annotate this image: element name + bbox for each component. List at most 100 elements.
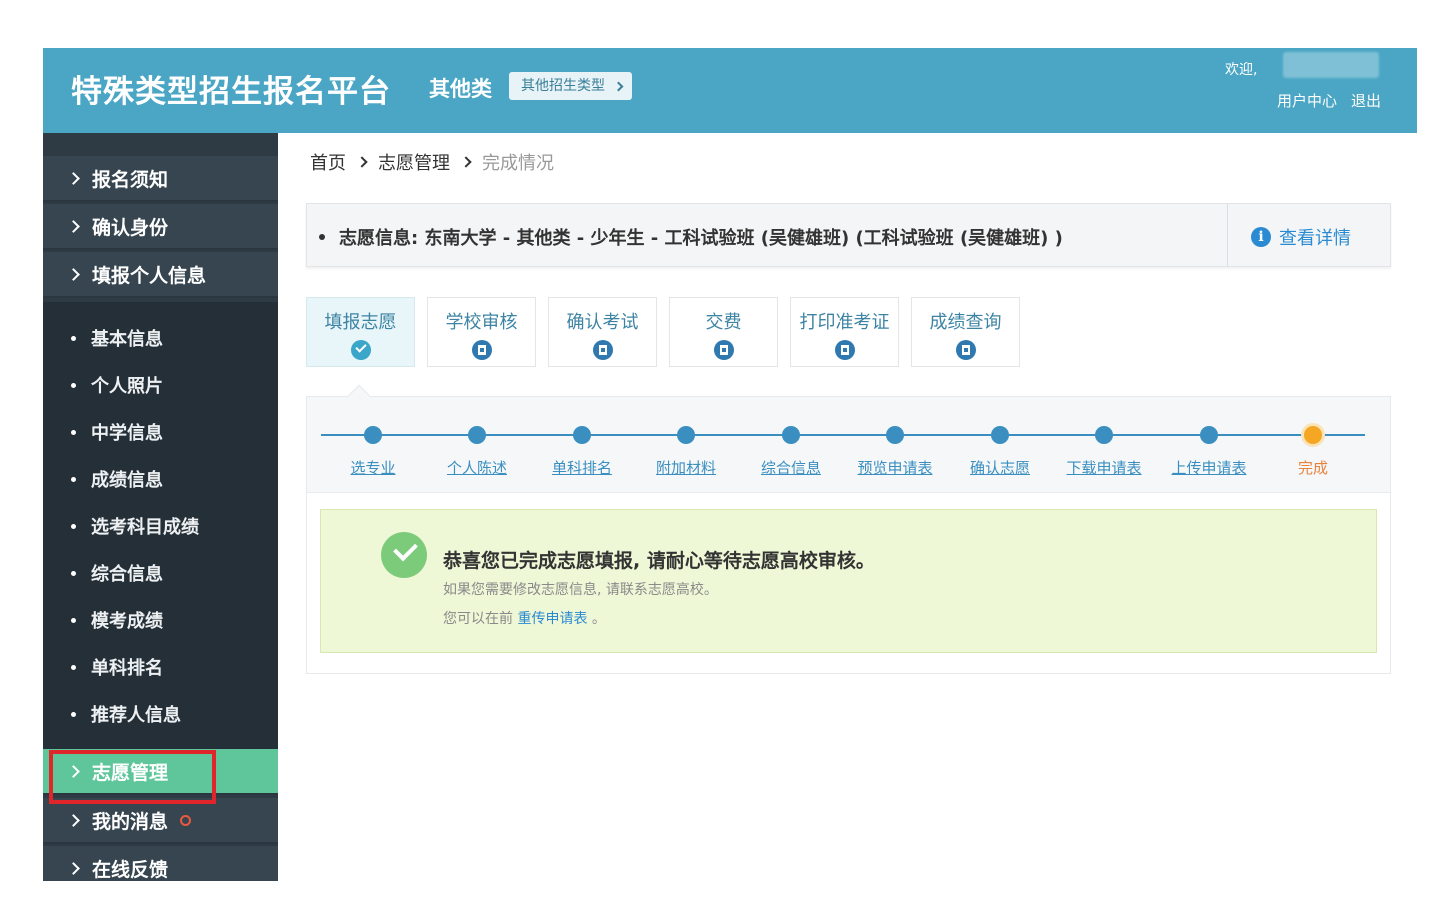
volunteer-info-text: 志愿信息: 东南大学 - 其他类 - 少年生 - 工科试验班 (吴健雄班) (工… xyxy=(339,228,1063,249)
progress-node xyxy=(886,426,904,444)
sidebar-item-personal-info[interactable]: 填报个人信息 xyxy=(43,252,278,298)
step-link-confirm[interactable]: 确认志愿 xyxy=(970,457,1030,478)
sidebar-sub-list: 基本信息 个人照片 中学信息 成绩信息 选考科目成绩 综合信息 模考成绩 单科排… xyxy=(43,302,278,749)
tab-label: 确认考试 xyxy=(566,312,639,333)
bullet-icon xyxy=(71,617,76,623)
app-title: 特殊类型招生报名平台 xyxy=(71,74,391,110)
step-link-statement[interactable]: 个人陈述 xyxy=(447,457,507,478)
progress-node xyxy=(1200,426,1218,444)
tab-label: 学校审核 xyxy=(445,312,518,333)
divider xyxy=(1227,204,1228,266)
sub-item-elective-grades[interactable]: 选考科目成绩 xyxy=(71,513,199,539)
sub-item-recommender[interactable]: 推荐人信息 xyxy=(71,701,181,727)
step-tabs: 填报志愿 学校审核 确认考试 交费 打印准考证 成绩查询 xyxy=(306,297,1020,367)
blurred-username xyxy=(1283,52,1379,78)
breadcrumb: 首页 志愿管理 完成情况 xyxy=(310,149,554,175)
bullet-icon xyxy=(71,476,76,482)
sub-item-photo[interactable]: 个人照片 xyxy=(71,372,163,398)
progress-node xyxy=(364,426,382,444)
sub-item-label: 推荐人信息 xyxy=(91,705,181,726)
sub-item-label: 基本信息 xyxy=(91,329,163,350)
hourglass-icon xyxy=(713,340,734,360)
sidebar-item-feedback[interactable]: 在线反馈 xyxy=(43,846,278,881)
sub-item-mock-exam[interactable]: 模考成绩 xyxy=(71,607,163,633)
bullet-icon xyxy=(319,234,325,240)
sub-item-label: 单科排名 xyxy=(91,658,163,679)
main-content: 首页 志愿管理 完成情况 志愿信息: 东南大学 - 其他类 - 少年生 - 工科… xyxy=(278,133,1417,881)
sidebar-item-confirm-identity[interactable]: 确认身份 xyxy=(43,204,278,250)
progress-panel: 选专业 个人陈述 单科排名 附加材料 综合信息 预览申请表 确认志愿 下载申请表… xyxy=(306,384,1391,674)
bullet-icon xyxy=(71,335,76,341)
tab-payment[interactable]: 交费 xyxy=(669,297,778,367)
sub-item-label: 个人照片 xyxy=(91,376,163,397)
progress-node xyxy=(677,426,695,444)
step-link-download[interactable]: 下载申请表 xyxy=(1066,457,1141,478)
success-hint: 如果您需要修改志愿信息, 请联系志愿高校。 xyxy=(443,582,718,598)
tab-label: 交费 xyxy=(705,312,742,333)
sidebar-item-label: 报名须知 xyxy=(92,168,169,191)
sub-item-basic-info[interactable]: 基本信息 xyxy=(71,325,163,351)
user-center-link[interactable]: 用户中心 xyxy=(1277,90,1337,111)
view-details-link[interactable]: i 查看详情 xyxy=(1251,224,1351,250)
sidebar-item-label: 我的消息 xyxy=(92,810,169,833)
progress-node-current xyxy=(1304,426,1322,444)
app-frame: 特殊类型招生报名平台 其他类 其他招生类型 欢迎, 用户中心 退出 报名须知 确… xyxy=(43,48,1417,881)
view-details-label: 查看详情 xyxy=(1279,228,1351,249)
breadcrumb-home[interactable]: 首页 xyxy=(310,149,346,175)
bullet-icon xyxy=(71,664,76,670)
tab-pointer xyxy=(347,384,371,408)
top-header: 特殊类型招生报名平台 其他类 其他招生类型 欢迎, 用户中心 退出 xyxy=(43,48,1417,133)
bullet-icon xyxy=(71,570,76,576)
sub-item-subject-rank[interactable]: 单科排名 xyxy=(71,654,163,680)
other-type-label: 其他招生类型 xyxy=(521,78,605,94)
step-link-upload[interactable]: 上传申请表 xyxy=(1171,457,1246,478)
progress-node xyxy=(782,426,800,444)
hourglass-icon xyxy=(834,340,855,360)
progress-node xyxy=(573,426,591,444)
step-link-preview[interactable]: 预览申请表 xyxy=(857,457,932,478)
sidebar-item-messages[interactable]: 我的消息 xyxy=(43,798,278,844)
check-circle-icon xyxy=(350,340,371,360)
breadcrumb-section[interactable]: 志愿管理 xyxy=(378,149,450,175)
tab-fill-volunteer[interactable]: 填报志愿 xyxy=(306,297,415,367)
sub-item-school-info[interactable]: 中学信息 xyxy=(71,419,163,445)
tab-school-review[interactable]: 学校审核 xyxy=(427,297,536,367)
volunteer-info-bar: 志愿信息: 东南大学 - 其他类 - 少年生 - 工科试验班 (吴健雄班) (工… xyxy=(306,203,1391,267)
step-link-attachments[interactable]: 附加材料 xyxy=(656,457,716,478)
chevron-right-icon xyxy=(613,81,624,91)
tab-label: 打印准考证 xyxy=(799,312,890,333)
logout-link[interactable]: 退出 xyxy=(1351,90,1381,111)
chevron-right-icon xyxy=(67,219,80,233)
tab-label: 成绩查询 xyxy=(929,312,1002,333)
highlight-box xyxy=(49,750,216,804)
sub-item-comprehensive[interactable]: 综合信息 xyxy=(71,560,163,586)
tab-print-admission[interactable]: 打印准考证 xyxy=(790,297,899,367)
chevron-right-icon xyxy=(67,813,80,827)
success-reupload-hint: 您可以在前 重传申请表 。 xyxy=(443,608,606,628)
user-links: 用户中心 退出 xyxy=(1277,90,1381,111)
step-link-comprehensive[interactable]: 综合信息 xyxy=(761,457,821,478)
breadcrumb-current: 完成情况 xyxy=(482,153,554,174)
chevron-right-icon xyxy=(460,156,472,168)
sub-item-label: 选考科目成绩 xyxy=(91,517,199,538)
sidebar-item-notice[interactable]: 报名须知 xyxy=(43,156,278,202)
info-icon: i xyxy=(1251,227,1271,247)
step-link-subject-rank[interactable]: 单科排名 xyxy=(552,457,612,478)
step-link-select-major[interactable]: 选专业 xyxy=(350,457,395,478)
welcome-text: 欢迎, xyxy=(1225,62,1258,78)
tab-label: 填报志愿 xyxy=(324,312,397,333)
sidebar-item-label: 确认身份 xyxy=(92,216,169,239)
hourglass-icon xyxy=(592,340,613,360)
hint-suffix: 。 xyxy=(591,611,606,627)
reupload-link[interactable]: 重传申请表 xyxy=(517,611,587,627)
other-type-button[interactable]: 其他招生类型 xyxy=(509,72,632,100)
unread-dot-icon xyxy=(180,814,192,826)
hourglass-icon xyxy=(471,340,492,360)
step-label-complete: 完成 xyxy=(1297,459,1329,477)
volunteer-info: 志愿信息: 东南大学 - 其他类 - 少年生 - 工科试验班 (吴健雄班) (工… xyxy=(319,224,1063,250)
chevron-right-icon xyxy=(67,267,80,281)
tab-confirm-exam[interactable]: 确认考试 xyxy=(548,297,657,367)
success-title: 恭喜您已完成志愿填报, 请耐心等待志愿高校审核。 xyxy=(443,550,875,572)
tab-score-query[interactable]: 成绩查询 xyxy=(911,297,1020,367)
sub-item-grades[interactable]: 成绩信息 xyxy=(71,466,163,492)
